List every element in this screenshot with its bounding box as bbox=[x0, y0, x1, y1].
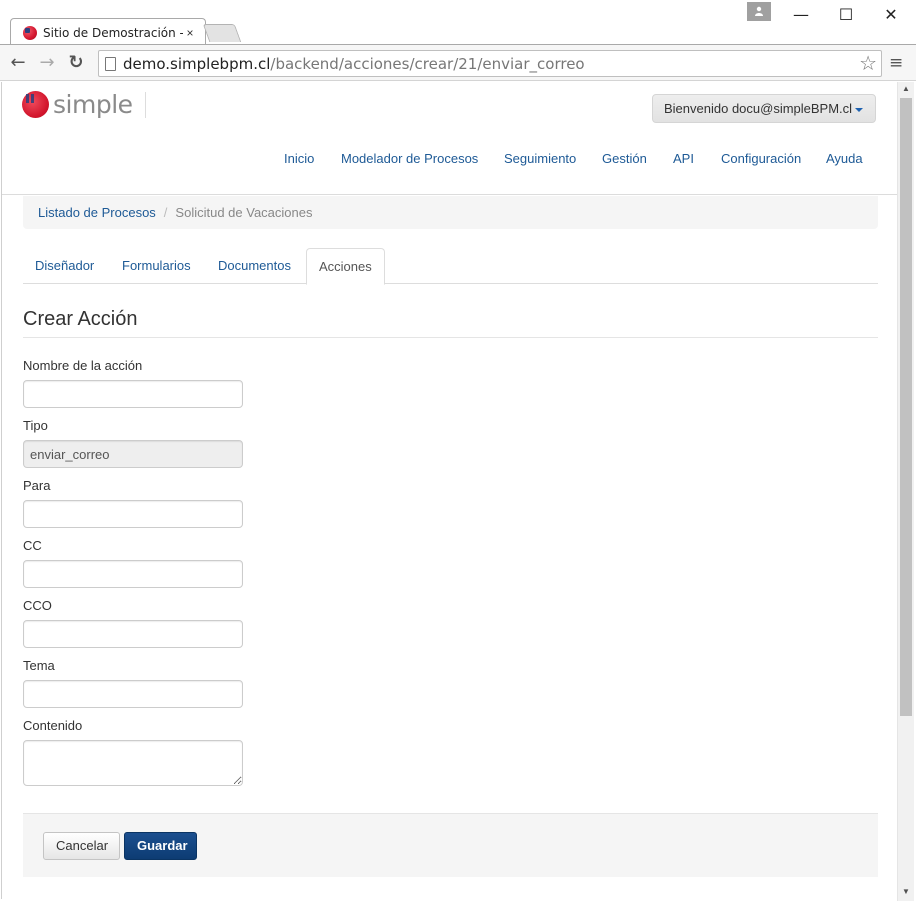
user-menu-label: Bienvenido docu@simpleBPM.cl bbox=[664, 101, 853, 116]
forward-icon[interactable]: → bbox=[37, 53, 57, 73]
page-title: Crear Acción bbox=[23, 308, 138, 330]
browser-titlebar: Sitio de Demostración - C × — ☐ ✕ bbox=[0, 0, 916, 45]
nav-item-seguimiento[interactable]: Seguimiento bbox=[504, 151, 576, 166]
cco-label: CCO bbox=[23, 598, 52, 613]
browser-menu-icon[interactable]: ≡ bbox=[889, 53, 905, 73]
scrollbar-thumb[interactable] bbox=[900, 98, 912, 716]
maximize-button[interactable]: ☐ bbox=[831, 4, 861, 26]
para-label: Para bbox=[23, 478, 51, 493]
nombre-label: Nombre de la acción bbox=[23, 358, 143, 373]
back-icon[interactable]: ← bbox=[8, 53, 28, 73]
save-button[interactable]: Guardar bbox=[124, 832, 197, 860]
new-tab-button[interactable] bbox=[202, 24, 242, 42]
tema-label: Tema bbox=[23, 658, 55, 673]
browser-toolbar: ← → ↻ demo.simplebpm.cl/backend/acciones… bbox=[0, 44, 916, 81]
url-path: /backend/acciones/crear/21/enviar_correo bbox=[270, 55, 585, 73]
tab-title: Sitio de Demostración - C bbox=[43, 26, 183, 40]
cc-input[interactable] bbox=[23, 560, 243, 588]
nav-item-api[interactable]: API bbox=[673, 151, 694, 166]
process-tabs: Diseñador Formularios Documentos Accione… bbox=[23, 248, 878, 285]
person-icon bbox=[755, 6, 763, 17]
breadcrumb-parent[interactable]: Listado de Procesos bbox=[38, 205, 156, 220]
url-host: demo.simplebpm.cl bbox=[123, 55, 271, 73]
page-icon bbox=[105, 57, 116, 71]
user-menu-button[interactable]: Bienvenido docu@simpleBPM.cl bbox=[652, 94, 876, 123]
nav-item-configuracion[interactable]: Configuración bbox=[721, 151, 801, 166]
tema-input[interactable] bbox=[23, 680, 243, 708]
page-content: simple Bienvenido docu@simpleBPM.cl Inic… bbox=[1, 82, 897, 899]
reload-icon[interactable]: ↻ bbox=[66, 53, 86, 73]
title-divider bbox=[23, 337, 878, 338]
favicon-icon bbox=[23, 26, 37, 40]
url-text[interactable]: demo.simplebpm.cl/backend/acciones/crear… bbox=[123, 55, 585, 73]
tipo-label: Tipo bbox=[23, 418, 48, 433]
tab-acciones[interactable]: Acciones bbox=[306, 248, 385, 285]
main-nav: Inicio Modelador de Procesos Seguimiento… bbox=[2, 151, 897, 169]
breadcrumb-separator: / bbox=[163, 205, 168, 220]
nav-item-modelador[interactable]: Modelador de Procesos bbox=[341, 151, 478, 166]
scroll-down-arrow-icon[interactable]: ▼ bbox=[898, 885, 914, 899]
close-window-button[interactable]: ✕ bbox=[876, 4, 906, 26]
caret-down-icon bbox=[855, 107, 864, 112]
breadcrumb: Listado de Procesos / Solicitud de Vacacio… bbox=[23, 196, 878, 229]
logo-text: simple bbox=[53, 90, 133, 119]
para-input[interactable] bbox=[23, 500, 243, 528]
tab-disenador[interactable]: Diseñador bbox=[23, 248, 106, 284]
logo[interactable]: simple bbox=[22, 90, 133, 119]
nav-item-gestion[interactable]: Gestión bbox=[602, 151, 647, 166]
contenido-textarea[interactable] bbox=[23, 740, 243, 786]
logo-divider bbox=[145, 92, 146, 118]
header-divider bbox=[2, 194, 897, 195]
address-bar[interactable]: demo.simplebpm.cl/backend/acciones/crear… bbox=[98, 50, 882, 77]
page-scrollbar[interactable]: ▲ ▼ bbox=[897, 82, 914, 901]
tipo-input[interactable] bbox=[23, 440, 243, 468]
tab-formularios[interactable]: Formularios bbox=[110, 248, 203, 284]
minimize-button[interactable]: — bbox=[786, 4, 816, 26]
nombre-input[interactable] bbox=[23, 380, 243, 408]
bookmark-star-icon[interactable]: ☆ bbox=[859, 52, 877, 74]
browser-tab[interactable]: Sitio de Demostración - C × bbox=[10, 18, 206, 45]
simple-logo-icon bbox=[22, 91, 49, 118]
nav-item-ayuda[interactable]: Ayuda bbox=[826, 151, 863, 166]
nav-item-inicio[interactable]: Inicio bbox=[284, 151, 314, 166]
profile-button[interactable] bbox=[747, 2, 771, 21]
form-actions: Cancelar Guardar bbox=[23, 813, 878, 877]
cc-label: CC bbox=[23, 538, 42, 553]
breadcrumb-current: Solicitud de Vacaciones bbox=[175, 205, 313, 220]
tab-documentos[interactable]: Documentos bbox=[206, 248, 303, 284]
scroll-up-arrow-icon[interactable]: ▲ bbox=[898, 82, 914, 96]
cco-input[interactable] bbox=[23, 620, 243, 648]
cancel-button[interactable]: Cancelar bbox=[43, 832, 120, 860]
tab-close-icon[interactable]: × bbox=[183, 26, 197, 40]
contenido-label: Contenido bbox=[23, 718, 83, 733]
